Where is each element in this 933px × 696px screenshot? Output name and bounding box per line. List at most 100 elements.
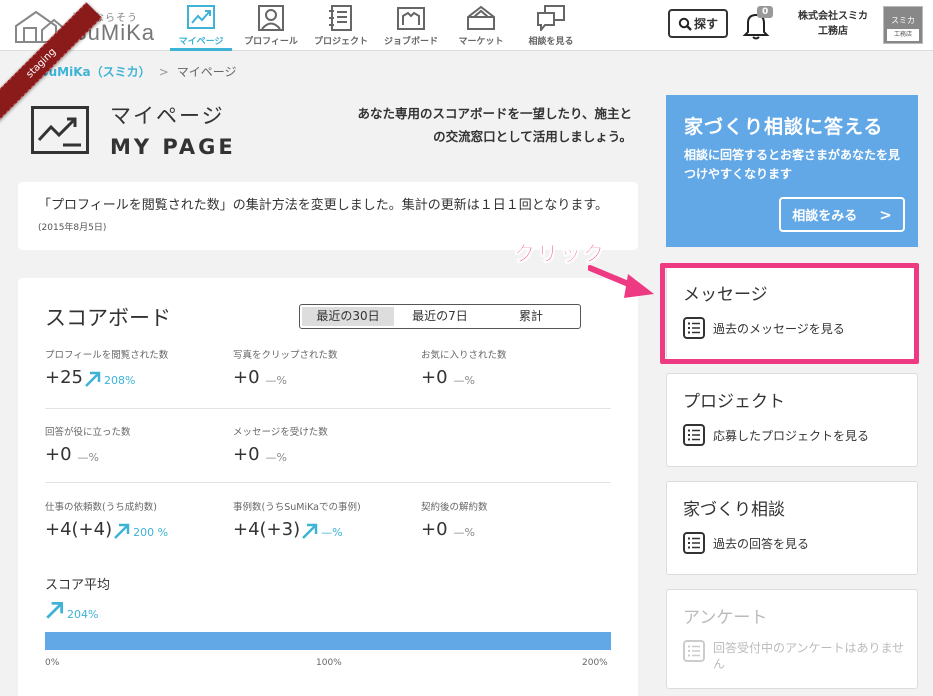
metric-value-row: +0 —%: [233, 367, 413, 388]
metric-value-row: +0 —%: [421, 367, 601, 388]
highlight-box: [660, 263, 919, 364]
search-icon: [678, 17, 692, 31]
nav-item-jobboard[interactable]: ジョブボード: [376, 0, 446, 51]
metric-value-row: +0 —%: [45, 444, 225, 465]
button-label: 相談をみる: [792, 209, 858, 224]
banner-body: 相談に回答するとお客さまがあなたを見つけやすくなります: [684, 148, 901, 181]
bar-tick-0: 0%: [45, 658, 60, 668]
metric-value: +0: [45, 444, 72, 465]
tent-icon: [467, 5, 495, 30]
metric-value-row: +4(+4) 200 %: [45, 519, 225, 540]
bar-tick-100: 100%: [316, 658, 342, 668]
nav-item-consult[interactable]: 相談を見る: [516, 0, 586, 51]
period-tabs: 最近の30日 最近の7日 累計: [299, 304, 581, 329]
breadcrumb: SuMiKa（スミカ） > マイページ: [40, 63, 236, 80]
metric-value-row: +0 —%: [421, 519, 601, 540]
metric-value-row: +25 208%: [45, 367, 225, 388]
metric-label: お気に入りされた数: [421, 350, 507, 361]
bar-tick-200: 200%: [582, 658, 608, 668]
metric-messages-received: メッセージを受けた数 +0 —%: [233, 424, 413, 465]
metric-value-row: +4(+3) —%: [233, 519, 413, 540]
notice-text: 「プロフィールを閲覧された数」の集計方法を変更しました。集計の更新は１日１回とな…: [38, 198, 609, 213]
up-arrow-icon: [302, 523, 318, 539]
past-answers-link[interactable]: 過去の回答を見る: [683, 532, 809, 554]
scoreboard: スコアボード 最近の30日 最近の7日 累計 プロフィールを閲覧された数 +25…: [18, 278, 638, 696]
metric-percent: —%: [77, 451, 99, 464]
company-name[interactable]: 株式会社スミカ工務店: [795, 9, 871, 39]
breadcrumb-current: マイページ: [176, 65, 237, 79]
top-bar: 素敵ならそう SuMiKa マイページ プロフィール プロジェクト ジョブボード…: [0, 0, 933, 51]
list-icon: [683, 532, 705, 554]
link-label: 応募したプロジェクトを見る: [713, 428, 870, 443]
home-consult-card: 家づくり相談 過去の回答を見る: [666, 481, 918, 575]
view-consultations-button[interactable]: 相談をみる >: [779, 197, 905, 232]
search-button[interactable]: 探す: [668, 9, 728, 38]
consult-banner: 家づくり相談に答える 相談に回答するとお客さまがあなたを見つけやすくなります 相…: [666, 95, 918, 247]
chart-icon: [187, 5, 215, 29]
banner-title: 家づくり相談に答える: [684, 116, 884, 138]
tab-last-30-days[interactable]: 最近の30日: [302, 307, 394, 326]
metric-profile-views: プロフィールを閲覧された数 +25 208%: [45, 347, 225, 388]
metric-label: メッセージを受けた数: [233, 427, 328, 438]
breadcrumb-home[interactable]: SuMiKa（スミカ）: [40, 65, 151, 79]
person-icon: [258, 5, 284, 31]
up-arrow-icon: [46, 601, 64, 619]
applied-projects-link[interactable]: 応募したプロジェクトを見る: [683, 424, 869, 446]
metric-value: +25: [45, 367, 83, 388]
project-card: プロジェクト 応募したプロジェクトを見る: [666, 373, 918, 467]
metric-label: 回答が役に立った数: [45, 427, 131, 438]
tab-total[interactable]: 累計: [486, 307, 576, 326]
metric-value: +0: [233, 367, 260, 388]
up-arrow-icon: [114, 523, 130, 539]
nav-item-project[interactable]: プロジェクト: [306, 0, 376, 51]
metric-label: 契約後の解約数: [421, 502, 488, 513]
list-icon: [683, 640, 705, 662]
mypage-chart-icon: [31, 106, 89, 154]
metric-cancellations: 契約後の解約数 +0 —%: [421, 499, 601, 540]
page-title: マイページ: [110, 104, 225, 128]
avatar-bottom-text: 工務店: [887, 29, 919, 41]
tab-last-7-days[interactable]: 最近の7日: [394, 307, 486, 326]
score-average-percent: 204%: [67, 608, 99, 621]
metric-photo-clips: 写真をクリップされた数 +0 —%: [233, 347, 413, 388]
metric-helpful-answers: 回答が役に立った数 +0 —%: [45, 424, 225, 465]
metric-favorites: お気に入りされた数 +0 —%: [421, 347, 601, 388]
metric-percent: —%: [321, 526, 343, 539]
nav-item-profile[interactable]: プロフィール: [236, 0, 306, 51]
metric-percent: —%: [453, 526, 475, 539]
chevron-right-icon: >: [879, 205, 892, 224]
metric-value: +4(+4): [45, 519, 113, 540]
metric-value: +0: [421, 519, 448, 540]
board-icon: [397, 7, 425, 30]
scoreboard-title: スコアボード: [45, 306, 171, 330]
page-lead: あなた専用のスコアボードを一望したり、施主との交流窓口として活用しましょう。: [357, 106, 632, 144]
metric-percent: —%: [265, 374, 287, 387]
breadcrumb-separator: >: [158, 65, 169, 79]
metric-percent: —%: [453, 374, 475, 387]
nav-label: 相談を見る: [528, 37, 574, 47]
metric-case-studies: 事例数(うちSuMiKaでの事例) +4(+3) —%: [233, 499, 413, 540]
metric-value: +4(+3): [233, 519, 301, 540]
score-average-bar: [45, 632, 611, 650]
survey-card: アンケート 回答受付中のアンケートはありません: [666, 589, 918, 689]
chat-icon: [537, 5, 565, 31]
notice-date: (2015年8月5日): [38, 223, 107, 233]
metric-percent: 200 %: [133, 526, 169, 539]
metric-percent: 208%: [104, 374, 136, 387]
search-label: 探す: [693, 17, 718, 31]
nav-label: プロジェクト: [313, 37, 368, 47]
nav-item-mypage[interactable]: マイページ: [166, 0, 236, 51]
pink-arrow-icon: [588, 265, 654, 298]
avatar[interactable]: スミカ 工務店: [883, 6, 923, 44]
nav-label: プロフィール: [244, 37, 298, 47]
score-average-title: スコア平均: [45, 578, 111, 593]
card-title: プロジェクト: [683, 392, 785, 412]
page-title-en: MY PAGE: [110, 135, 236, 159]
nav-label: ジョブボード: [383, 37, 438, 47]
up-arrow-icon: [85, 371, 101, 387]
metric-label: 仕事の依頼数(うち成約数): [45, 502, 157, 513]
notification-badge: 0: [757, 6, 774, 18]
nav-item-market[interactable]: マーケット: [446, 0, 516, 51]
card-title: 家づくり相談: [683, 500, 785, 520]
list-icon: [683, 424, 705, 446]
